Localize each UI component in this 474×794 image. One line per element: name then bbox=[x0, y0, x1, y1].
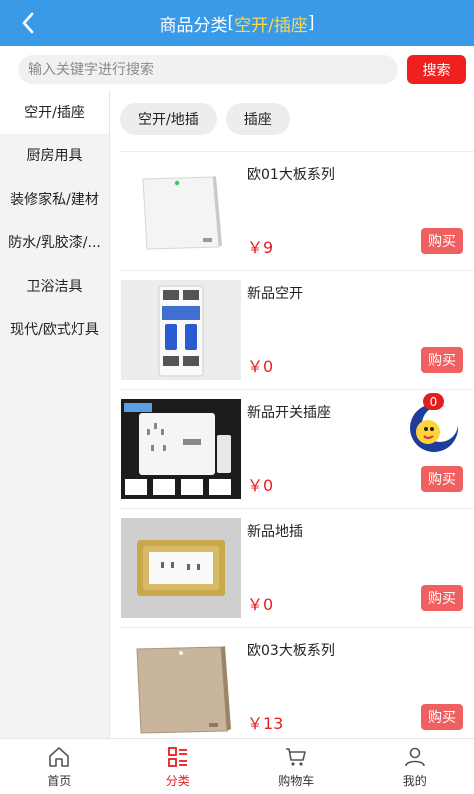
product-item[interactable]: 欧01大板系列 ￥9 购买 bbox=[120, 152, 474, 271]
title-bracket-open: [ bbox=[227, 13, 235, 33]
bottom-navigation: 首页 分类 购物车 我的 bbox=[0, 738, 474, 794]
sidebar-item-lighting[interactable]: 现代/欧式灯具 bbox=[0, 308, 109, 352]
buy-button[interactable]: 购买 bbox=[421, 347, 463, 373]
product-name: 新品空开 bbox=[247, 286, 303, 302]
title-bracket-close: ] bbox=[307, 13, 315, 33]
sidebar-item-kitchen[interactable]: 厨房用具 bbox=[0, 134, 109, 178]
page-title-main: 商品分类 bbox=[159, 15, 228, 36]
product-price: ￥13 bbox=[247, 714, 284, 733]
product-name: 欧01大板系列 bbox=[247, 167, 335, 183]
nav-home[interactable]: 首页 bbox=[0, 739, 119, 794]
category-icon bbox=[167, 746, 187, 767]
cart-icon bbox=[286, 747, 307, 766]
subcategory-chip-breaker-floor[interactable]: 空开/地插 bbox=[120, 103, 217, 135]
product-image-wood-switch[interactable] bbox=[121, 637, 241, 737]
product-image-floor-socket[interactable] bbox=[121, 518, 241, 618]
category-sidebar: 空开/插座 厨房用具 装修家私/建材 防水/乳胶漆/... 卫浴洁具 现代/欧式… bbox=[0, 90, 110, 738]
product-image-white-switch[interactable] bbox=[121, 161, 241, 261]
page-title: 商品分类 [ 空开/插座 ] bbox=[0, 0, 474, 46]
nav-category-label: 分类 bbox=[165, 773, 190, 788]
product-image-socket-panel[interactable] bbox=[121, 399, 241, 499]
notification-badge: 0 bbox=[423, 393, 444, 410]
search-bar: 搜索 bbox=[0, 46, 474, 92]
nav-profile[interactable]: 我的 bbox=[356, 739, 474, 794]
buy-button[interactable]: 购买 bbox=[421, 585, 463, 611]
product-price: ￥0 bbox=[247, 357, 274, 376]
sidebar-item-switch-socket[interactable]: 空开/插座 bbox=[0, 90, 109, 134]
product-item[interactable]: 新品地插 ￥0 购买 bbox=[120, 509, 474, 628]
subcategory-chip-socket[interactable]: 插座 bbox=[225, 103, 290, 135]
product-price: ￥0 bbox=[247, 476, 274, 495]
subcategory-tabs: 空开/地插 插座 bbox=[120, 103, 290, 135]
nav-cart[interactable]: 购物车 bbox=[237, 739, 356, 794]
nav-cart-label: 购物车 bbox=[278, 773, 315, 788]
nav-home-label: 首页 bbox=[47, 773, 72, 788]
buy-button[interactable]: 购买 bbox=[421, 228, 463, 254]
search-input[interactable] bbox=[18, 55, 398, 84]
sidebar-item-waterproof-paint[interactable]: 防水/乳胶漆/... bbox=[0, 221, 109, 265]
product-price: ￥9 bbox=[247, 238, 274, 257]
product-item[interactable]: 欧03大板系列 ￥13 购买 bbox=[120, 628, 474, 747]
product-image-circuit-breaker[interactable] bbox=[121, 280, 241, 380]
product-name: 欧03大板系列 bbox=[247, 643, 335, 659]
product-price: ￥0 bbox=[247, 595, 274, 614]
search-button[interactable]: 搜索 bbox=[407, 55, 466, 84]
top-app-bar: 商品分类 [ 空开/插座 ] bbox=[0, 0, 474, 46]
buy-button[interactable]: 购买 bbox=[421, 466, 463, 492]
product-name: 新品开关插座 bbox=[247, 405, 331, 421]
product-name: 新品地插 bbox=[247, 524, 303, 540]
home-icon bbox=[49, 746, 70, 767]
nav-category[interactable]: 分类 bbox=[119, 739, 238, 794]
page-title-category: 空开/插座 bbox=[234, 15, 308, 36]
nav-profile-label: 我的 bbox=[402, 773, 427, 788]
buy-button[interactable]: 购买 bbox=[421, 704, 463, 730]
sidebar-item-furniture-materials[interactable]: 装修家私/建材 bbox=[0, 177, 109, 221]
user-icon bbox=[404, 747, 425, 766]
product-item[interactable]: 新品空开 ￥0 购买 bbox=[120, 271, 474, 390]
sidebar-item-bathroom[interactable]: 卫浴洁具 bbox=[0, 264, 109, 308]
